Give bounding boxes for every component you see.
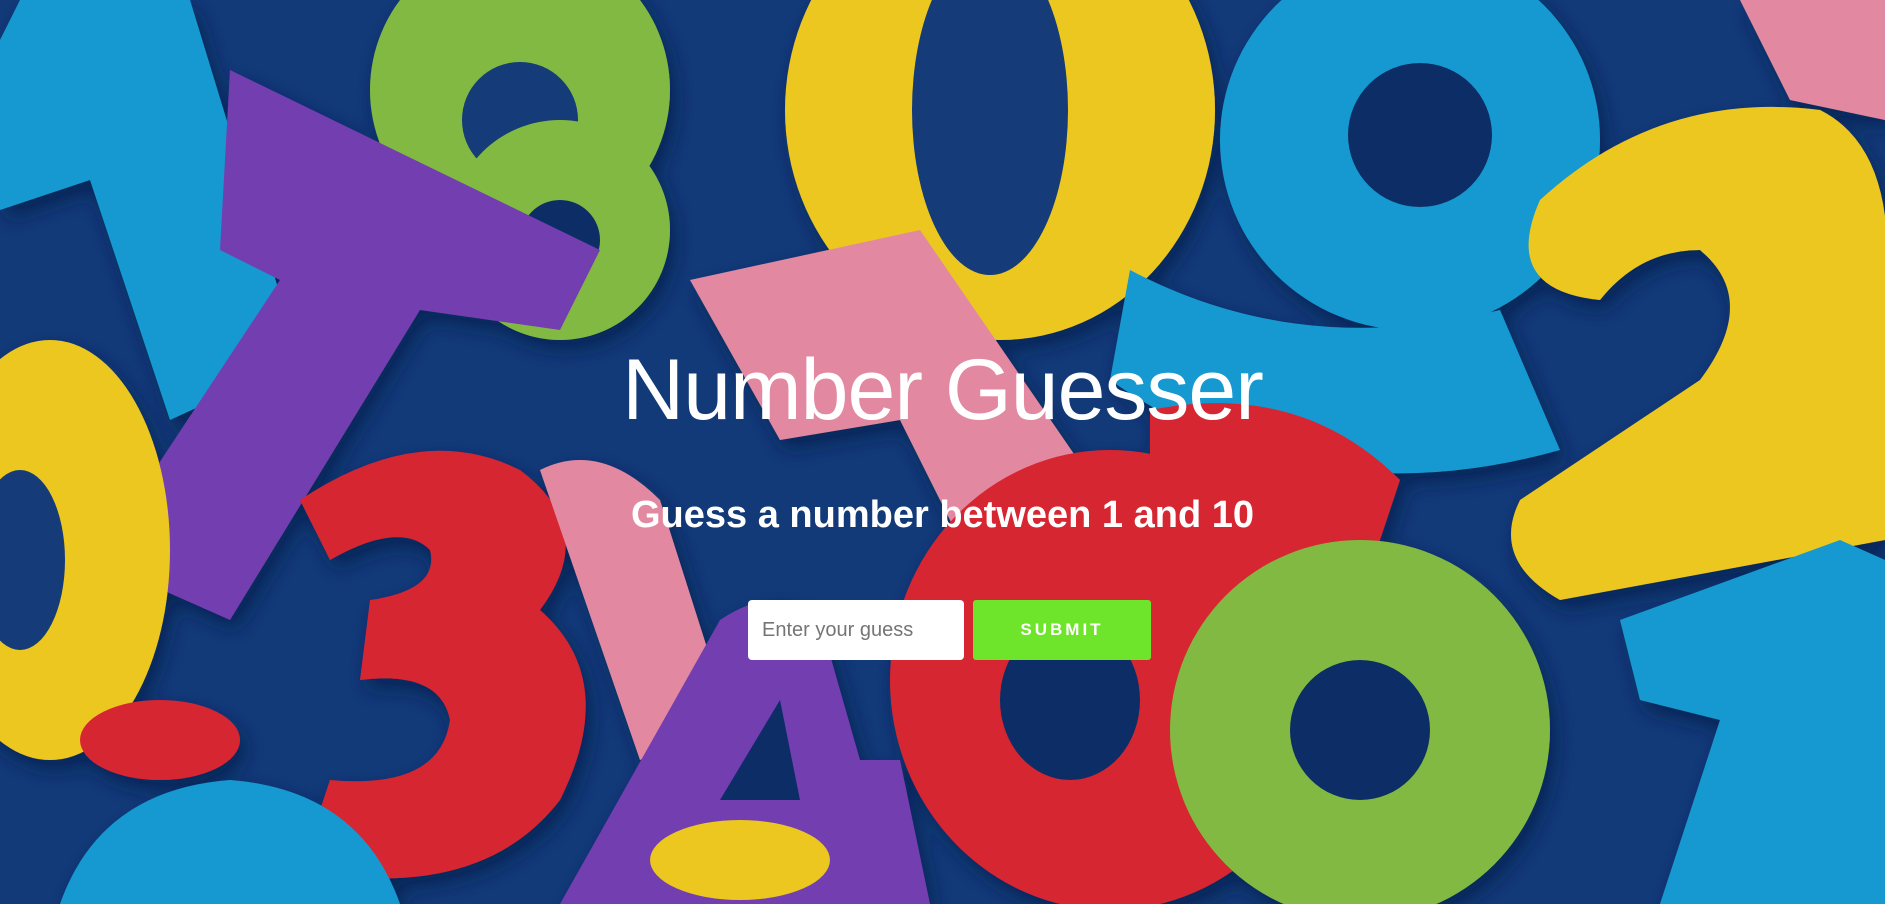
main-content: Number Guesser Guess a number between 1 … (0, 0, 1885, 904)
page-title: Number Guesser (622, 342, 1264, 438)
submit-button[interactable]: SUBMIT (973, 600, 1151, 660)
page-subtitle: Guess a number between 1 and 10 (631, 494, 1254, 536)
guess-input[interactable] (748, 600, 964, 660)
